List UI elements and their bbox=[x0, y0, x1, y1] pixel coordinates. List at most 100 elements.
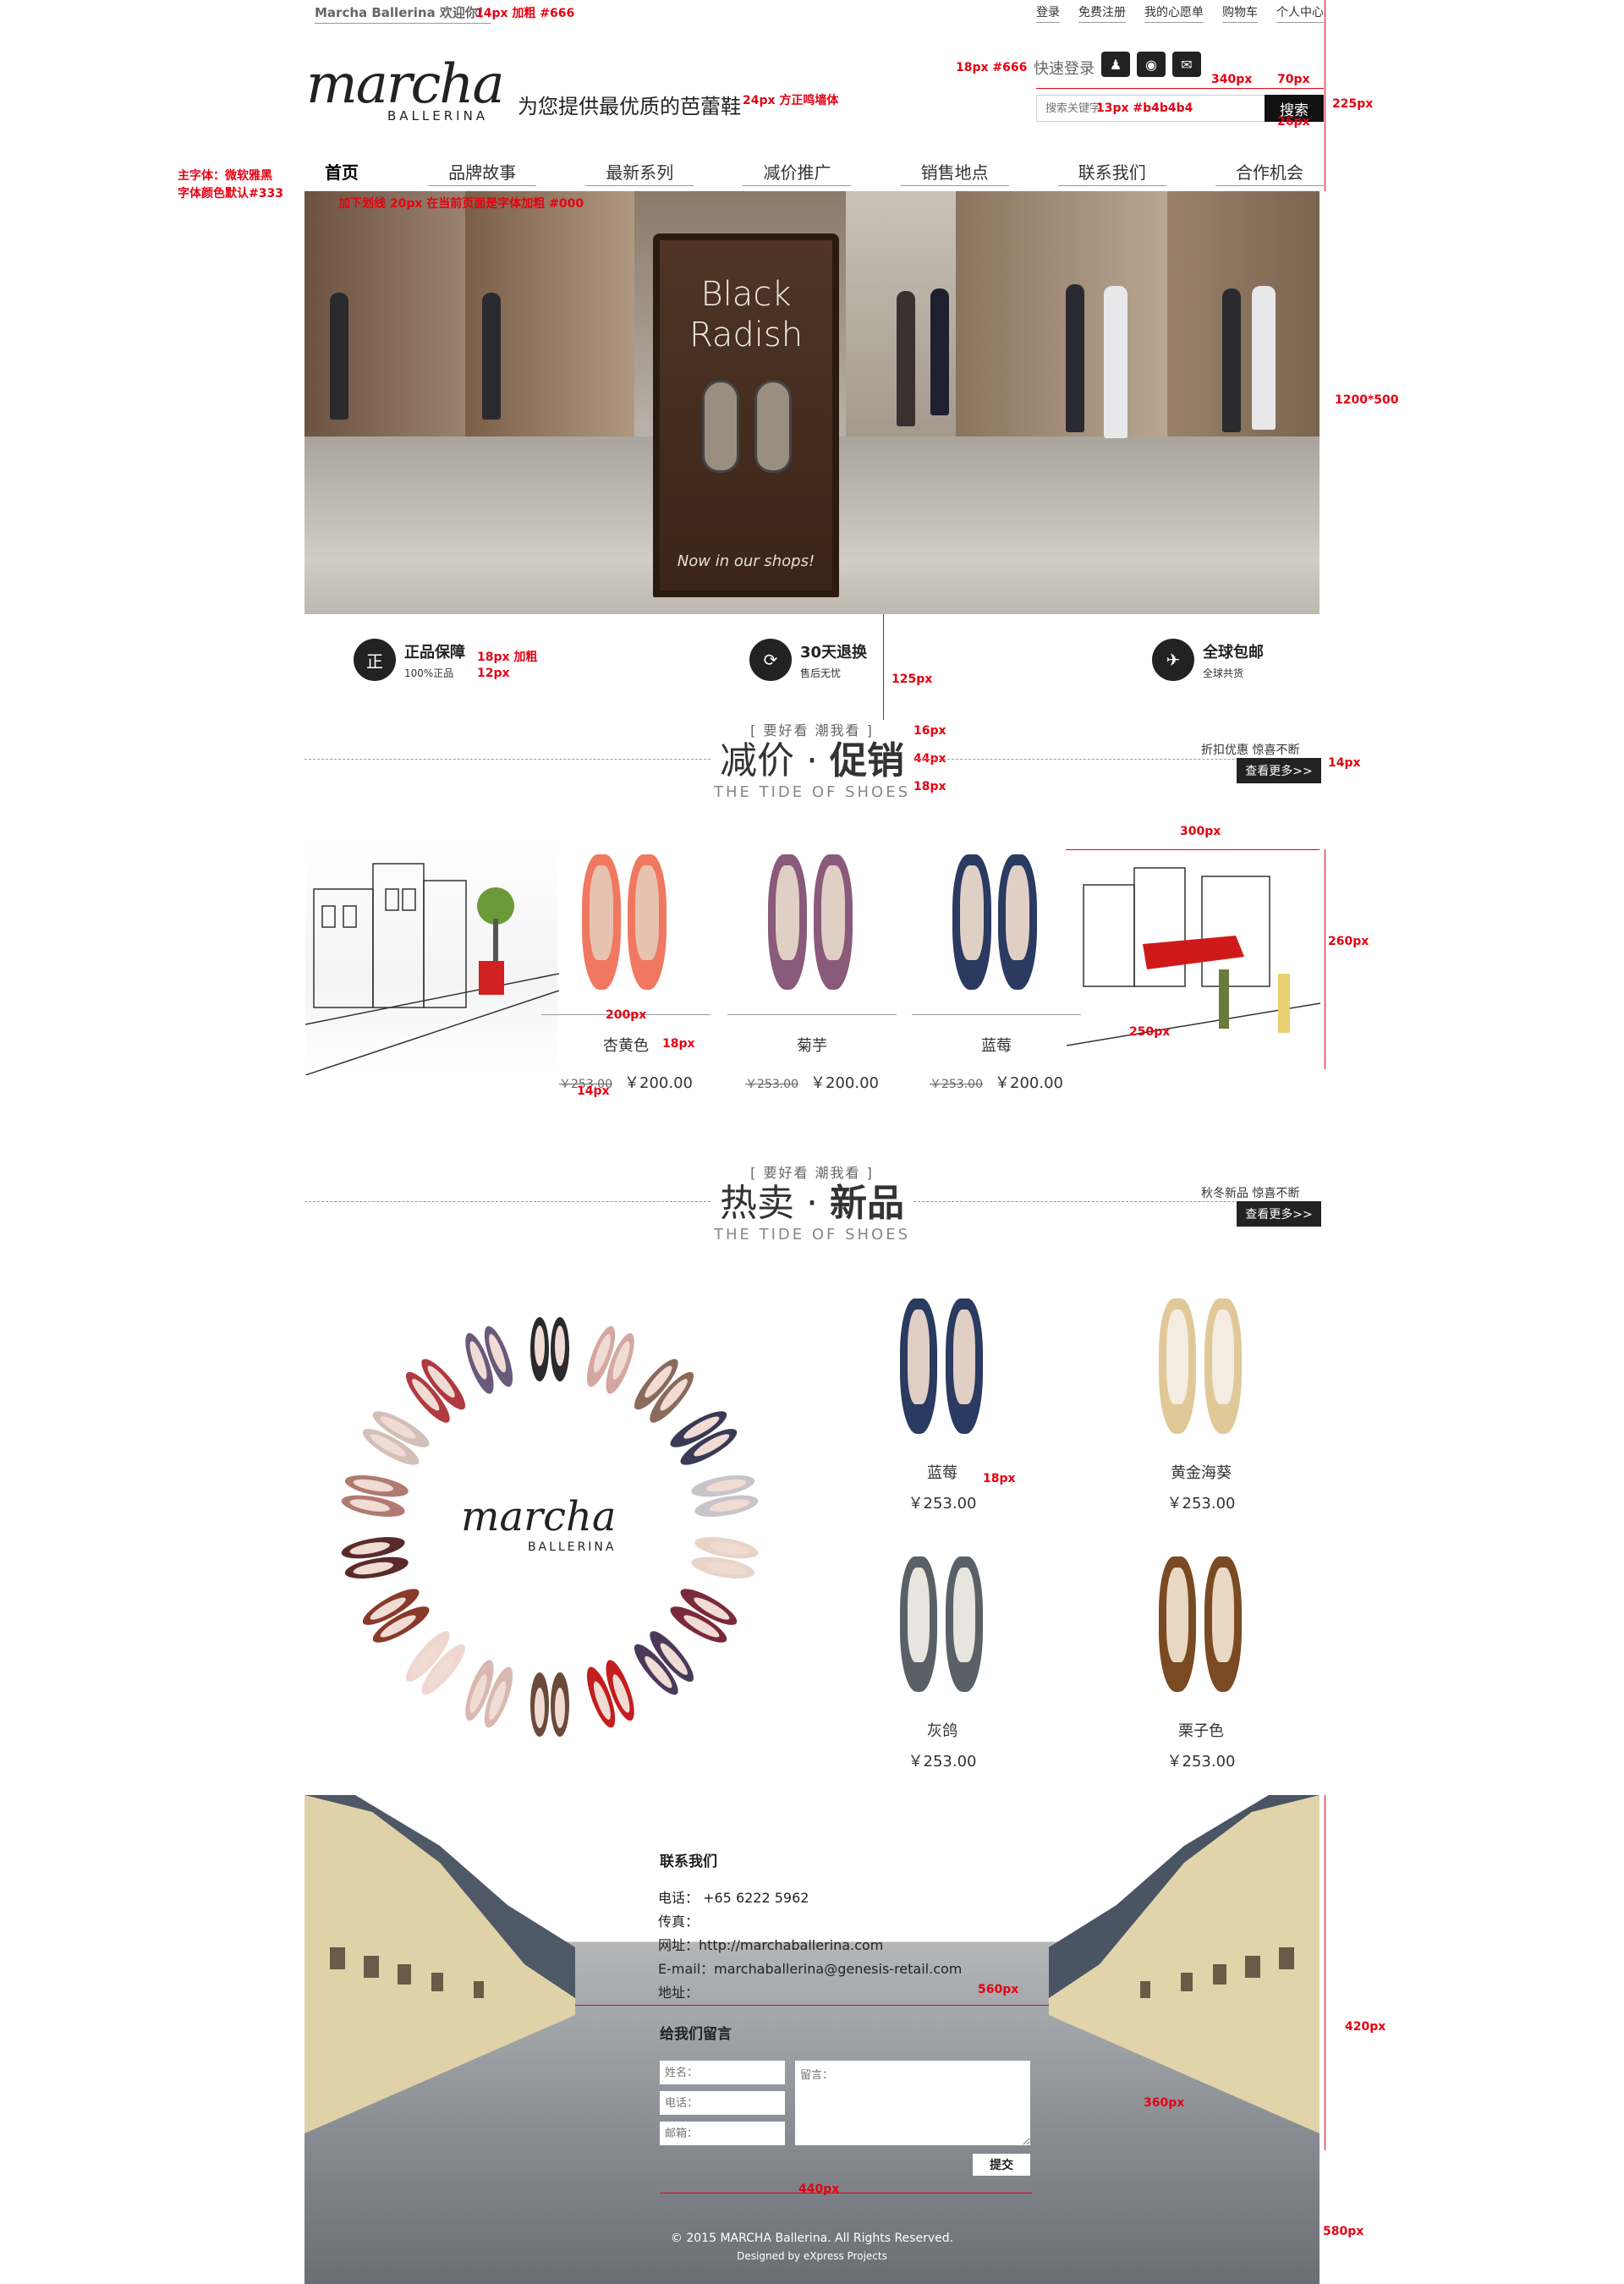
logo-wordmark: marcha bbox=[306, 53, 505, 116]
price: ￥253.00 bbox=[1166, 1753, 1236, 1771]
annotation: 18px #666 bbox=[956, 61, 1028, 74]
annotation: 14px 加粗 #666 bbox=[475, 7, 575, 20]
weibo-icon[interactable]: ◉ bbox=[1137, 52, 1166, 77]
wechat-icon[interactable]: ✉ bbox=[1172, 52, 1201, 77]
street-sketch-right bbox=[1066, 850, 1321, 1070]
annotation: 18px bbox=[914, 780, 946, 793]
annotation: 14px bbox=[577, 1084, 610, 1098]
feature-desc: 100%正品 bbox=[404, 667, 454, 679]
designed-by: Designed by eXpress Projects bbox=[737, 2250, 887, 2262]
section-title-b: 促销 bbox=[829, 739, 904, 782]
logo-subtitle: BALLERINA bbox=[387, 108, 489, 124]
airplane-icon: ✈ bbox=[1152, 639, 1194, 681]
annotation: 26px bbox=[1277, 115, 1310, 129]
phone-field[interactable] bbox=[660, 2091, 785, 2115]
hero-banner[interactable]: Black Radish Now in our shops! bbox=[304, 191, 1320, 614]
annotation: 300px bbox=[1180, 825, 1221, 838]
hot-product-card[interactable]: 灰鸽 ￥253.00 bbox=[858, 1548, 1027, 1771]
main-nav: 首页 品牌故事 最新系列 减价推广 销售地点 联系我们 合作机会 bbox=[304, 159, 1324, 186]
banner-sign-line1: Black bbox=[700, 275, 792, 314]
login-link[interactable]: 登录 bbox=[1036, 3, 1060, 23]
sale-product-card[interactable]: 菊芋 ￥253.00 ￥200.00 bbox=[727, 846, 897, 1093]
contact-email[interactable]: E-mail：marchaballerina@genesis-retail.co… bbox=[658, 1957, 962, 1978]
price: ￥253.00 bbox=[1166, 1495, 1236, 1513]
contact-address: 地址： bbox=[658, 1985, 700, 2001]
price: ￥200.00 bbox=[624, 1074, 693, 1092]
return-icon: ⟳ bbox=[749, 639, 792, 681]
footer bbox=[304, 1795, 1320, 2284]
nav-promotions[interactable]: 减价推广 bbox=[743, 159, 852, 186]
feature-title: 30天退换 bbox=[800, 643, 868, 662]
price: ￥200.00 bbox=[995, 1074, 1063, 1092]
nav-new-series[interactable]: 最新系列 bbox=[585, 159, 694, 186]
nav-cooperation[interactable]: 合作机会 bbox=[1215, 159, 1324, 186]
product-name: 黄金海葵 bbox=[1171, 1464, 1232, 1482]
authentic-icon: 正 bbox=[354, 639, 396, 681]
section-subtitle: [ 要好看 潮我看 ] bbox=[750, 722, 874, 738]
wishlist-link[interactable]: 我的心愿单 bbox=[1144, 3, 1204, 23]
copyright: © 2015 MARCHA Ballerina. All Rights Rese… bbox=[670, 2232, 954, 2245]
annotation: 14px bbox=[1328, 756, 1361, 770]
submit-button[interactable]: 提交 bbox=[973, 2154, 1030, 2176]
annotation: 加下划线 20px 在当前页面是字体加粗 #000 bbox=[338, 197, 584, 211]
brand-logo[interactable]: marcha BALLERINA bbox=[306, 53, 505, 124]
hot-product-card[interactable]: 栗子色 ￥253.00 bbox=[1116, 1548, 1286, 1771]
annotation: 225px bbox=[1332, 97, 1374, 111]
nav-brand-story[interactable]: 品牌故事 bbox=[428, 159, 537, 186]
circle-logo-subtitle: BALLERINA bbox=[527, 1540, 617, 1554]
cart-link[interactable]: 购物车 bbox=[1222, 3, 1258, 23]
name-field[interactable] bbox=[660, 2061, 785, 2084]
message-textarea[interactable] bbox=[795, 2061, 1030, 2145]
product-name: 灰鸽 bbox=[927, 1722, 957, 1740]
nav-stores[interactable]: 销售地点 bbox=[900, 159, 1009, 186]
qq-icon[interactable]: ♟ bbox=[1101, 52, 1130, 77]
hot-more-button[interactable]: 查看更多>> bbox=[1237, 1201, 1321, 1227]
sale-note: 折扣优惠 惊喜不断 bbox=[1201, 744, 1300, 757]
old-price: ￥253.00 bbox=[930, 1078, 983, 1091]
product-name: 蓝莓 bbox=[981, 1037, 1012, 1055]
annotation: 字体颜色默认#333 bbox=[178, 187, 283, 200]
top-links: 登录 免费注册 我的心愿单 购物车 个人中心 bbox=[1036, 3, 1324, 23]
annotation: 560px bbox=[978, 1983, 1019, 1996]
feature-authentic: 正 正品保障 100%正品 bbox=[354, 639, 465, 681]
section-en: THE TIDE OF SHOES bbox=[713, 783, 911, 801]
slogan: 为您提供最优质的芭蕾鞋 bbox=[518, 95, 741, 118]
annotation: 440px bbox=[798, 2182, 840, 2196]
sale-product-card[interactable]: 杏黄色 ￥253.00 ￥200.00 bbox=[541, 846, 710, 1093]
banner-sign: Black Radish Now in our shops! bbox=[653, 233, 839, 597]
annotation: 18px 加粗 bbox=[477, 651, 538, 664]
annotation: 580px bbox=[1323, 2225, 1364, 2238]
annotation: 16px bbox=[914, 724, 946, 738]
nav-contact[interactable]: 联系我们 bbox=[1057, 159, 1166, 186]
banner-sign-line2: Radish bbox=[689, 316, 804, 354]
annotation: 主字体：微软雅黑 bbox=[178, 169, 272, 183]
section-title-a: 热卖 bbox=[720, 1182, 795, 1225]
email-field[interactable] bbox=[660, 2122, 785, 2145]
feature-return: ⟳ 30天退换售后无忧 bbox=[749, 639, 867, 681]
annotation: 340px bbox=[1211, 73, 1253, 86]
feature-desc: 售后无忧 bbox=[800, 667, 842, 679]
contact-url[interactable]: 网址：http://marchaballerina.com bbox=[658, 1934, 883, 1954]
annotation: 125px bbox=[892, 673, 933, 686]
hot-product-card[interactable]: 黄金海葵 ￥253.00 bbox=[1116, 1290, 1286, 1513]
hot-section-title: [ 要好看 潮我看 ] 热卖 · 新品 THE TIDE OF SHOES bbox=[710, 1161, 914, 1244]
banner-sign-bottom: Now in our shops! bbox=[677, 552, 815, 570]
contact-title: 联系我们 bbox=[660, 1853, 717, 1870]
user-center-link[interactable]: 个人中心 bbox=[1276, 3, 1324, 23]
feature-desc: 全球共货 bbox=[1203, 667, 1244, 679]
product-name: 栗子色 bbox=[1178, 1722, 1224, 1740]
circle-logo-wordmark: marcha bbox=[461, 1493, 617, 1540]
feature-title: 全球包邮 bbox=[1203, 643, 1264, 662]
annotation: 420px bbox=[1345, 2020, 1386, 2034]
sale-product-card[interactable]: 蓝莓 ￥253.00 ￥200.00 bbox=[912, 846, 1081, 1093]
welcome-text: Marcha Ballerina 欢迎你！ bbox=[315, 3, 491, 24]
contact-phone: 电话： +65 6222 5962 bbox=[658, 1890, 809, 1906]
annotation: 18px bbox=[662, 1037, 695, 1051]
register-link[interactable]: 免费注册 bbox=[1078, 3, 1126, 23]
section-title-a: 减价 bbox=[720, 739, 795, 782]
nav-home[interactable]: 首页 bbox=[304, 159, 379, 186]
section-title-b: 新品 bbox=[829, 1182, 904, 1225]
annotation: 12px bbox=[477, 667, 510, 680]
feature-shipping: ✈ 全球包邮全球共货 bbox=[1152, 639, 1264, 681]
sale-more-button[interactable]: 查看更多>> bbox=[1237, 758, 1321, 783]
